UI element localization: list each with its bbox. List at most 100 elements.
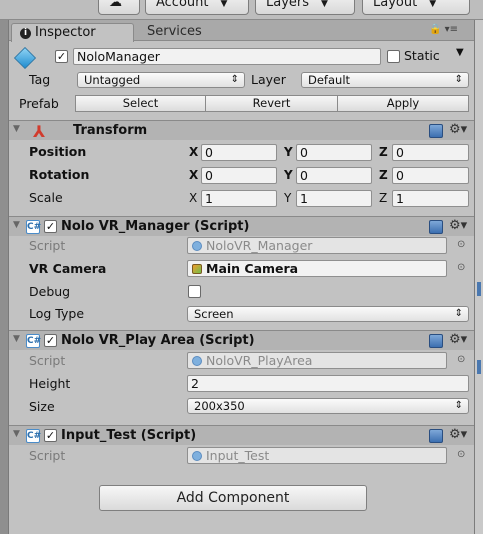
help-book-icon[interactable] — [429, 334, 443, 348]
foldout-arrow-icon[interactable]: ▼ — [13, 220, 20, 230]
input-test-title: Input_Test (Script) — [61, 428, 197, 443]
help-book-icon[interactable] — [429, 220, 443, 234]
axis-y-label: Y — [284, 191, 292, 205]
layout-label: Layout — [373, 0, 418, 10]
script-icon: C# — [26, 429, 42, 443]
foldout-arrow-icon[interactable]: ▼ — [13, 429, 20, 439]
layout-dropdown[interactable]: Layout ▼ — [362, 0, 470, 15]
enabled-checkbox[interactable]: ✓ — [44, 429, 57, 442]
foldout-arrow-icon[interactable]: ▼ — [13, 124, 20, 134]
layer-dropdown[interactable]: Default ⇕ — [301, 72, 469, 88]
script-label: Script — [29, 353, 66, 368]
gear-icon[interactable]: ⚙▾ — [449, 332, 467, 347]
tag-label: Tag — [29, 72, 51, 87]
vr-playarea-title: Nolo VR_Play Area (Script) — [61, 333, 255, 348]
dropdown-arrows-icon: ⇕ — [454, 74, 463, 85]
scene-marker — [477, 282, 481, 296]
tag-dropdown[interactable]: Untagged ⇕ — [77, 72, 245, 88]
gameobject-cube-icon — [13, 46, 37, 70]
chevron-down-icon: ▼ — [220, 0, 228, 9]
rotation-y-input[interactable]: 0 — [296, 167, 372, 184]
position-z-input[interactable]: 0 — [392, 144, 469, 161]
vr-camera-field[interactable]: Main Camera — [187, 260, 447, 277]
layers-dropdown[interactable]: Layers ▼ — [255, 0, 355, 15]
vr-camera-label: VR Camera — [29, 261, 107, 276]
tab-inspector-label: Inspector — [35, 25, 96, 40]
cloud-icon: ☁ — [109, 0, 122, 10]
log-type-label: Log Type — [29, 306, 85, 321]
log-type-dropdown[interactable]: Screen ⇕ — [187, 306, 469, 322]
tab-inspector[interactable]: i Inspector — [11, 23, 134, 42]
cloud-button[interactable]: ☁ — [98, 0, 140, 15]
layers-label: Layers — [266, 0, 310, 10]
log-type-value: Screen — [194, 307, 234, 321]
prefab-apply-button[interactable]: Apply — [337, 95, 469, 112]
tag-value: Untagged — [84, 73, 141, 87]
size-label: Size — [29, 399, 55, 414]
scale-label: Scale — [29, 190, 63, 205]
rotation-x-input[interactable]: 0 — [201, 167, 277, 184]
axis-x-label: X — [189, 168, 199, 182]
script-object-field: NoloVR_Manager — [187, 237, 447, 254]
debug-checkbox[interactable] — [188, 285, 201, 298]
script-file-icon — [192, 451, 202, 461]
help-book-icon[interactable] — [429, 429, 443, 443]
object-picker-icon[interactable]: ⊙ — [457, 354, 465, 365]
lock-menu-icon[interactable]: 🔒 ▾≡ — [429, 24, 458, 35]
axis-z-label: Z — [379, 191, 388, 205]
script-value: NoloVR_Manager — [206, 238, 313, 253]
height-input[interactable]: 2 — [187, 375, 469, 392]
script-file-icon — [192, 356, 202, 366]
script-object-field: Input_Test — [187, 447, 447, 464]
account-dropdown[interactable]: Account ▼ — [145, 0, 249, 15]
prefab-revert-button[interactable]: Revert — [205, 95, 338, 112]
active-checkbox[interactable]: ✓ — [55, 50, 68, 63]
dropdown-arrows-icon: ⇕ — [454, 400, 463, 411]
object-picker-icon[interactable]: ⊙ — [457, 262, 465, 273]
add-component-button[interactable]: Add Component — [99, 485, 367, 511]
object-picker-icon[interactable]: ⊙ — [457, 449, 465, 460]
height-label: Height — [29, 376, 71, 391]
enabled-checkbox[interactable]: ✓ — [44, 220, 57, 233]
gameobject-name-input[interactable]: NoloManager — [73, 48, 381, 65]
axis-y-label: Y — [284, 145, 293, 159]
scale-x-input[interactable]: 1 — [201, 190, 277, 207]
layer-label: Layer — [251, 72, 286, 87]
debug-label: Debug — [29, 284, 71, 299]
position-y-input[interactable]: 0 — [296, 144, 372, 161]
scale-z-input[interactable]: 1 — [392, 190, 469, 207]
vr-playarea-header[interactable]: ▼ C# ✓ Nolo VR_Play Area (Script) ⚙▾ — [9, 330, 474, 350]
layer-value: Default — [308, 73, 351, 87]
tab-services[interactable]: Services — [139, 23, 229, 42]
help-book-icon[interactable] — [429, 124, 443, 138]
prefab-select-button[interactable]: Select — [75, 95, 206, 112]
transform-header[interactable]: ▼ ⅄ Transform ⚙▾ — [9, 120, 474, 141]
chevron-down-icon: ▼ — [321, 0, 328, 9]
chevron-down-icon: ▼ — [429, 0, 437, 9]
enabled-checkbox[interactable]: ✓ — [44, 334, 57, 347]
gear-icon[interactable]: ⚙▾ — [449, 427, 467, 442]
scale-y-input[interactable]: 1 — [296, 190, 372, 207]
size-dropdown[interactable]: 200x350 ⇕ — [187, 398, 469, 414]
script-icon: C# — [26, 334, 42, 348]
foldout-arrow-icon[interactable]: ▼ — [13, 334, 20, 344]
axis-z-label: Z — [379, 145, 388, 159]
static-checkbox[interactable] — [387, 50, 400, 63]
object-picker-icon[interactable]: ⊙ — [457, 239, 465, 250]
left-panel-edge — [0, 20, 8, 534]
rotation-label: Rotation — [29, 167, 90, 182]
tab-services-label: Services — [147, 24, 202, 39]
input-test-header[interactable]: ▼ C# ✓ Input_Test (Script) ⚙▾ — [9, 425, 474, 445]
scene-marker — [477, 360, 481, 374]
vr-manager-header[interactable]: ▼ C# ✓ Nolo VR_Manager (Script) ⚙▾ — [9, 216, 474, 236]
chevron-down-icon[interactable]: ▼ — [456, 47, 464, 58]
axis-x-label: X — [189, 191, 198, 205]
gear-icon[interactable]: ⚙▾ — [449, 218, 467, 233]
script-value: NoloVR_PlayArea — [206, 353, 313, 368]
gear-icon[interactable]: ⚙▾ — [449, 122, 467, 137]
rotation-z-input[interactable]: 0 — [392, 167, 469, 184]
position-x-input[interactable]: 0 — [201, 144, 277, 161]
script-label: Script — [29, 238, 66, 253]
axis-y-label: Y — [284, 168, 293, 182]
tab-bar: i Inspector Services 🔒 ▾≡ — [9, 20, 474, 42]
